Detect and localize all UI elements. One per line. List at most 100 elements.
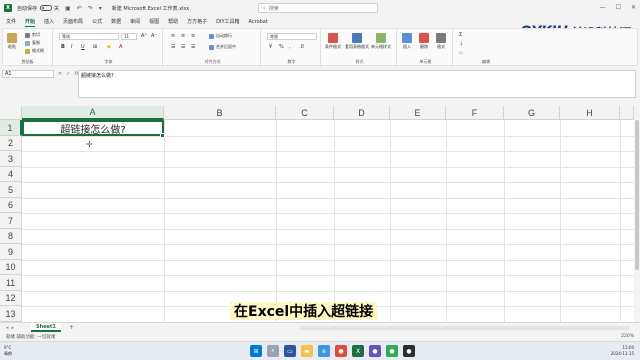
- row-header-7[interactable]: 7: [0, 213, 22, 229]
- row-header-9[interactable]: 9: [0, 244, 22, 260]
- column-header-a[interactable]: A: [22, 106, 164, 120]
- column-header-i[interactable]: [620, 106, 634, 120]
- bold-button[interactable]: B: [61, 44, 65, 50]
- column-header-b[interactable]: B: [164, 106, 276, 120]
- align-center-icon[interactable]: ☰: [181, 44, 185, 50]
- minimize-icon[interactable]: —: [600, 4, 606, 11]
- align-left-icon[interactable]: ☰: [171, 44, 175, 50]
- decimal-icon[interactable]: .0: [299, 44, 304, 50]
- number-format-select[interactable]: 常规: [267, 33, 317, 40]
- system-tray[interactable]: 13:00 2024-11-15: [611, 345, 634, 357]
- edge-icon[interactable]: e: [318, 345, 330, 357]
- font-color-icon[interactable]: A: [119, 44, 122, 50]
- close-icon[interactable]: ✕: [631, 4, 636, 11]
- row-header-8[interactable]: 8: [0, 229, 22, 244]
- tab-acrobat[interactable]: Acrobat: [249, 18, 268, 26]
- redo-icon[interactable]: ↷: [88, 5, 93, 12]
- customize-qat-icon[interactable]: ▾: [99, 5, 102, 12]
- row-header-4[interactable]: 4: [0, 167, 22, 182]
- row-header-1[interactable]: 1: [0, 120, 22, 136]
- align-right-icon[interactable]: ☰: [191, 44, 195, 50]
- file-explorer-icon[interactable]: ▬: [301, 345, 313, 357]
- row-header-13[interactable]: 13: [0, 306, 22, 322]
- task-view-icon[interactable]: ▭: [284, 345, 296, 357]
- column-header-g[interactable]: G: [504, 106, 560, 120]
- tab-insert[interactable]: 插入: [44, 17, 54, 26]
- tab-fangfang[interactable]: 方方格子: [187, 17, 207, 26]
- app-icon-red[interactable]: ●: [335, 345, 347, 357]
- save-icon[interactable]: ▣: [65, 5, 71, 12]
- fill-color-icon[interactable]: ◆: [107, 44, 111, 50]
- search-taskbar-icon[interactable]: ⌕: [267, 345, 279, 357]
- cell-a1[interactable]: 超链接怎么做?: [22, 120, 164, 136]
- sheet-nav-arrows-icon[interactable]: ◂▸: [6, 325, 17, 331]
- column-header-f[interactable]: F: [446, 106, 504, 120]
- wrap-text-button[interactable]: 自动换行: [209, 33, 232, 39]
- currency-icon[interactable]: ¥: [269, 44, 272, 50]
- formula-input[interactable]: 超链接怎么做?: [78, 70, 636, 98]
- format-as-table-button[interactable]: 套用表格格式: [345, 33, 369, 50]
- column-header-h[interactable]: H: [560, 106, 620, 120]
- excel-taskbar-icon[interactable]: X: [352, 345, 364, 357]
- conditional-format-button[interactable]: 条件格式: [325, 33, 341, 50]
- row-header-3[interactable]: 3: [0, 151, 22, 167]
- app-icon-purple[interactable]: ●: [369, 345, 381, 357]
- undo-icon[interactable]: ↶: [77, 5, 82, 12]
- format-cells-button[interactable]: 格式: [436, 33, 446, 50]
- worksheet-grid[interactable]: A B C D E F G H 1 2 3 4 5 6 7 8 9 10 11 …: [0, 106, 634, 322]
- name-box[interactable]: A1: [2, 70, 54, 78]
- tab-page-layout[interactable]: 页面布局: [63, 17, 83, 26]
- merge-center-button[interactable]: 合并后居中: [209, 44, 236, 50]
- maximize-icon[interactable]: ☐: [616, 4, 621, 11]
- row-header-12[interactable]: 12: [0, 291, 22, 306]
- decrease-font-icon[interactable]: A⁻: [151, 33, 157, 39]
- search-box[interactable]: ⌕ 搜索: [258, 3, 378, 13]
- tab-review[interactable]: 审阅: [130, 17, 140, 26]
- align-top-icon[interactable]: ≡: [171, 33, 175, 39]
- fill-icon[interactable]: ↓: [459, 41, 463, 47]
- horizontal-scrollbar[interactable]: [300, 326, 630, 330]
- align-middle-icon[interactable]: ≡: [181, 33, 185, 39]
- wechat-icon[interactable]: ●: [386, 345, 398, 357]
- delete-cells-button[interactable]: 删除: [419, 33, 429, 50]
- add-sheet-button[interactable]: +: [69, 324, 74, 331]
- row-header-6[interactable]: 6: [0, 198, 22, 213]
- paste-button[interactable]: 粘贴: [7, 33, 17, 50]
- sheet-tab-sheet1[interactable]: Sheet1: [31, 323, 61, 332]
- tab-formulas[interactable]: 公式: [92, 17, 102, 26]
- tab-view[interactable]: 视图: [149, 17, 159, 26]
- column-header-e[interactable]: E: [390, 106, 446, 120]
- row-header-10[interactable]: 10: [0, 260, 22, 275]
- start-icon[interactable]: ⊞: [250, 345, 262, 357]
- enter-icon[interactable]: ✓: [66, 71, 70, 77]
- italic-button[interactable]: I: [71, 44, 72, 50]
- insert-cells-button[interactable]: 插入: [402, 33, 412, 50]
- tab-help[interactable]: 帮助: [168, 17, 178, 26]
- vertical-scroll-thumb[interactable]: [635, 120, 639, 270]
- copy-button[interactable]: 复制: [25, 40, 40, 46]
- font-size-select[interactable]: 11: [121, 33, 137, 40]
- select-all-corner[interactable]: [0, 106, 22, 120]
- cut-button[interactable]: 剪切: [25, 32, 40, 38]
- align-bottom-icon[interactable]: ≡: [191, 33, 195, 39]
- weather-widget[interactable]: 9°C 晴朗: [4, 345, 12, 357]
- cancel-icon[interactable]: ✕: [58, 71, 62, 77]
- percent-icon[interactable]: %: [279, 44, 284, 50]
- format-painter-button[interactable]: 格式刷: [25, 48, 44, 54]
- comma-icon[interactable]: ,: [289, 44, 291, 50]
- tab-file[interactable]: 文件: [6, 17, 16, 26]
- row-header-11[interactable]: 11: [0, 275, 22, 291]
- column-header-d[interactable]: D: [334, 106, 390, 120]
- autosum-icon[interactable]: Σ: [459, 32, 462, 38]
- autosave-toggle[interactable]: [40, 5, 53, 11]
- zoom-level[interactable]: 220%: [621, 334, 634, 339]
- fill-handle[interactable]: [160, 133, 165, 138]
- column-header-c[interactable]: C: [276, 106, 334, 120]
- tab-home[interactable]: 开始: [25, 17, 36, 27]
- cell-styles-button[interactable]: 单元格样式: [371, 33, 391, 50]
- vertical-scrollbar[interactable]: [634, 106, 640, 322]
- app-icon-dark[interactable]: ●: [403, 345, 415, 357]
- font-name-select[interactable]: 等线: [59, 33, 119, 40]
- underline-button[interactable]: U: [81, 44, 85, 50]
- row-header-2[interactable]: 2: [0, 136, 22, 151]
